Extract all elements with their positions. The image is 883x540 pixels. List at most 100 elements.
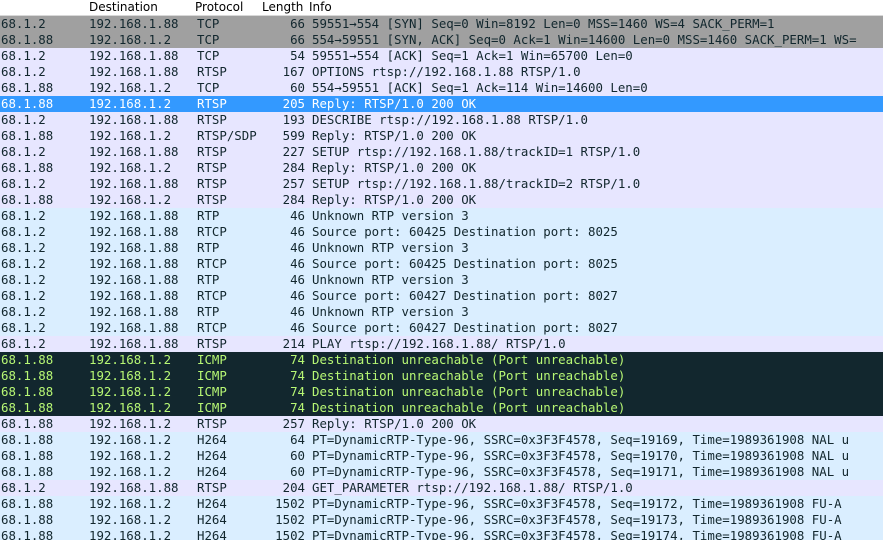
packet-info: PT=DynamicRTP-Type-96, SSRC=0x3F3F4578, …	[312, 512, 842, 527]
packet-row[interactable]: 68.1.88 192.168.1.2 RTSP 257 Reply: RTSP/1.0…	[0, 416, 883, 432]
packet-protocol: RTCP	[197, 288, 227, 303]
packet-protocol: RTCP	[197, 320, 227, 335]
packet-length: 193	[282, 112, 305, 127]
packet-protocol: TCP	[197, 48, 220, 63]
packet-row[interactable]: 68.1.88 192.168.1.2 RTSP 284 Reply: RTSP/1.0…	[0, 160, 883, 176]
packet-row[interactable]: 68.1.2 192.168.1.88 RTSP 193 DESCRIBE rtsp:/…	[0, 112, 883, 128]
packet-info: PT=DynamicRTP-Type-96, SSRC=0x3F3F4578, …	[312, 448, 850, 463]
packet-protocol: RTSP	[197, 112, 227, 127]
packet-length: 599	[282, 128, 305, 143]
packet-row[interactable]: 68.1.2 192.168.1.88 RTCP 46 Source port: 604…	[0, 224, 883, 240]
packet-source: 68.1.2	[1, 224, 46, 239]
packet-length: 74	[290, 352, 305, 367]
packet-protocol: H264	[197, 512, 227, 527]
packet-protocol: ICMP	[197, 368, 227, 383]
packet-info: PLAY rtsp://192.168.1.88/ RTSP/1.0	[312, 336, 566, 351]
packet-row[interactable]: 68.1.2 192.168.1.88 RTCP 46 Source port: 604…	[0, 288, 883, 304]
column-header-length[interactable]: Length	[262, 0, 303, 15]
packet-row[interactable]: 68.1.88 192.168.1.2 TCP 66 554→59551 [SYN, A…	[0, 32, 883, 48]
packet-source: 68.1.2	[1, 336, 46, 351]
packet-source: 68.1.88	[1, 496, 54, 511]
column-header-protocol[interactable]: Protocol	[195, 0, 243, 15]
packet-length: 46	[290, 288, 305, 303]
packet-destination: 192.168.1.88	[89, 224, 179, 239]
column-header-destination[interactable]: Destination	[89, 0, 158, 15]
packet-row[interactable]: 68.1.2 192.168.1.88 RTP 46 Unknown RTP versi…	[0, 240, 883, 256]
packet-row[interactable]: 68.1.88 192.168.1.2 TCP 60 554→59551 [ACK] S…	[0, 80, 883, 96]
packet-info: Destination unreachable (Port unreachabl…	[312, 352, 626, 367]
packet-info: Source port: 60427 Destination port: 802…	[312, 320, 618, 335]
packet-protocol: RTSP	[197, 416, 227, 431]
packet-protocol: H264	[197, 448, 227, 463]
packet-source: 68.1.88	[1, 400, 54, 415]
packet-length: 60	[290, 80, 305, 95]
packet-source: 68.1.2	[1, 64, 46, 79]
packet-info: OPTIONS rtsp://192.168.1.88 RTSP/1.0	[312, 64, 581, 79]
packet-row[interactable]: 68.1.88 192.168.1.2 H264 1502 PT=DynamicRTP-…	[0, 496, 883, 512]
packet-row[interactable]: 68.1.2 192.168.1.88 RTP 46 Unknown RTP versi…	[0, 208, 883, 224]
packet-length: 257	[282, 176, 305, 191]
packet-destination: 192.168.1.88	[89, 256, 179, 271]
packet-row[interactable]: 68.1.88 192.168.1.2 H264 1502 PT=DynamicRTP-…	[0, 528, 883, 540]
packet-row[interactable]: 68.1.2 192.168.1.88 RTSP 167 OPTIONS rtsp://…	[0, 64, 883, 80]
packet-row[interactable]: 68.1.2 192.168.1.88 RTP 46 Unknown RTP versi…	[0, 304, 883, 320]
packet-row[interactable]: 68.1.88 192.168.1.2 RTSP 284 Reply: RTSP/1.0…	[0, 192, 883, 208]
packet-destination: 192.168.1.2	[89, 416, 172, 431]
packet-row[interactable]: 68.1.2 192.168.1.88 TCP 54 59551→554 [ACK] S…	[0, 48, 883, 64]
packet-length: 74	[290, 384, 305, 399]
packet-destination: 192.168.1.2	[89, 368, 172, 383]
packet-length: 54	[290, 48, 305, 63]
packet-source: 68.1.2	[1, 320, 46, 335]
packet-length: 46	[290, 256, 305, 271]
packet-protocol: TCP	[197, 80, 220, 95]
packet-source: 68.1.2	[1, 112, 46, 127]
packet-row[interactable]: 68.1.2 192.168.1.88 RTCP 46 Source port: 604…	[0, 256, 883, 272]
packet-row[interactable]: 68.1.88 192.168.1.2 ICMP 74 Destination unre…	[0, 352, 883, 368]
packet-source: 68.1.88	[1, 368, 54, 383]
packet-info: GET_PARAMETER rtsp://192.168.1.88/ RTSP/…	[312, 480, 633, 495]
packet-length: 46	[290, 224, 305, 239]
packet-row[interactable]: 68.1.88 192.168.1.2 H264 1502 PT=DynamicRTP-…	[0, 512, 883, 528]
column-header-info[interactable]: Info	[309, 0, 332, 15]
packet-destination: 192.168.1.2	[89, 512, 172, 527]
packet-length: 205	[282, 96, 305, 111]
packet-row[interactable]: 68.1.2 192.168.1.88 RTSP 227 SETUP rtsp://19…	[0, 144, 883, 160]
packet-info: Reply: RTSP/1.0 200 OK	[312, 416, 477, 431]
packet-destination: 192.168.1.88	[89, 272, 179, 287]
packet-source: 68.1.88	[1, 96, 54, 111]
packet-length: 1502	[275, 512, 305, 527]
packet-row[interactable]: 68.1.88 192.168.1.2 H264 64 PT=DynamicRTP-Ty…	[0, 432, 883, 448]
packet-row[interactable]: 68.1.2 192.168.1.88 RTSP 257 SETUP rtsp://19…	[0, 176, 883, 192]
packet-row[interactable]: 68.1.2 192.168.1.88 RTCP 46 Source port: 604…	[0, 320, 883, 336]
packet-info: SETUP rtsp://192.168.1.88/trackID=1 RTSP…	[312, 144, 641, 159]
packet-destination: 192.168.1.2	[89, 432, 172, 447]
packet-row[interactable]: 68.1.88 192.168.1.2 RTSP 205 Reply: RTSP/1.0…	[0, 96, 883, 112]
packet-length: 74	[290, 368, 305, 383]
packet-protocol: RTP	[197, 240, 220, 255]
packet-length: 66	[290, 16, 305, 31]
packet-destination: 192.168.1.88	[89, 208, 179, 223]
packet-row[interactable]: 68.1.2 192.168.1.88 RTSP 214 PLAY rtsp://192…	[0, 336, 883, 352]
packet-source: 68.1.88	[1, 448, 54, 463]
packet-row[interactable]: 68.1.88 192.168.1.2 RTSP/SDP 599 Reply: RTSP…	[0, 128, 883, 144]
packet-row[interactable]: 68.1.88 192.168.1.2 H264 60 PT=DynamicRTP-Ty…	[0, 448, 883, 464]
packet-length: 46	[290, 304, 305, 319]
packet-info: Unknown RTP version 3	[312, 272, 469, 287]
packet-row[interactable]: 68.1.88 192.168.1.2 H264 60 PT=DynamicRTP-Ty…	[0, 464, 883, 480]
packet-length: 60	[290, 448, 305, 463]
packet-info: Unknown RTP version 3	[312, 240, 469, 255]
packet-row[interactable]: 68.1.88 192.168.1.2 ICMP 74 Destination unre…	[0, 400, 883, 416]
packet-row[interactable]: 68.1.2 192.168.1.88 RTP 46 Unknown RTP versi…	[0, 272, 883, 288]
packet-list[interactable]: Destination Protocol Length Info 68.1.2 1…	[0, 0, 883, 540]
packet-row[interactable]: 68.1.88 192.168.1.2 ICMP 74 Destination unre…	[0, 384, 883, 400]
packet-info: 554→59551 [SYN, ACK] Seq=0 Ack=1 Win=146…	[312, 32, 857, 47]
packet-row[interactable]: 68.1.88 192.168.1.2 ICMP 74 Destination unre…	[0, 368, 883, 384]
packet-info: Reply: RTSP/1.0 200 OK	[312, 96, 477, 111]
packet-protocol: H264	[197, 496, 227, 511]
packet-destination: 192.168.1.88	[89, 304, 179, 319]
packet-info: Unknown RTP version 3	[312, 208, 469, 223]
packet-row[interactable]: 68.1.2 192.168.1.88 RTSP 204 GET_PARAMETER r…	[0, 480, 883, 496]
packet-source: 68.1.88	[1, 416, 54, 431]
packet-row[interactable]: 68.1.2 192.168.1.88 TCP 66 59551→554 [SYN] S…	[0, 16, 883, 32]
packet-length: 1502	[275, 528, 305, 540]
